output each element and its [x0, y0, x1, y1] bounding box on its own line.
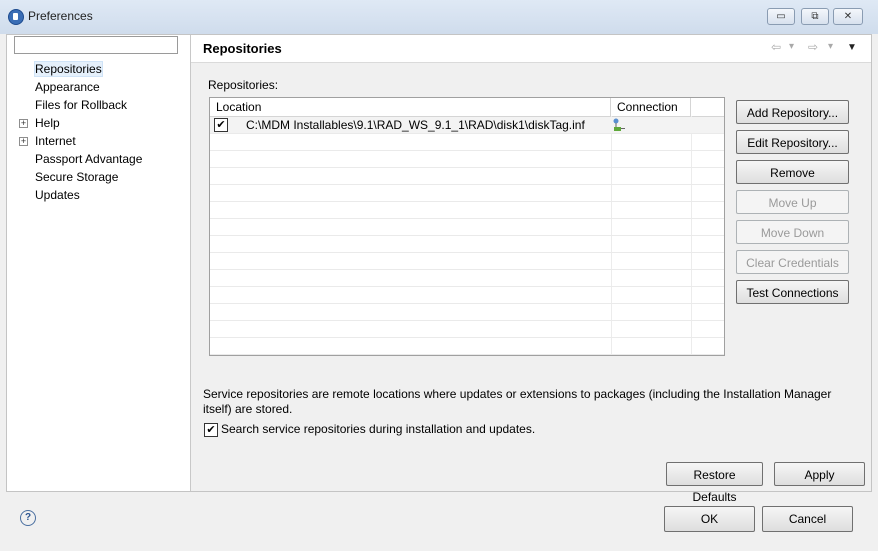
column-header-filler [691, 98, 724, 116]
close-icon: ✕ [843, 11, 853, 22]
clear-credentials-button[interactable]: Clear Credentials [736, 250, 849, 274]
search-service-checkbox[interactable]: ✔ [204, 423, 218, 437]
close-button[interactable]: ✕ [833, 8, 863, 25]
column-header-connection[interactable]: Connection [611, 98, 691, 116]
tree-item-help[interactable]: + Help [7, 114, 190, 132]
maximize-button[interactable]: ⧉ [801, 8, 829, 25]
tree-item-label: Secure Storage [35, 170, 119, 184]
forward-arrow-icon[interactable]: ⇨ [808, 40, 818, 54]
service-repositories-description: Service repositories are remote location… [203, 387, 832, 416]
table-row [210, 253, 724, 270]
restore-defaults-button[interactable]: Restore Defaults [666, 462, 763, 504]
tree-item-label: Appearance [35, 80, 100, 94]
app-icon [8, 9, 24, 25]
table-row [210, 168, 724, 185]
tree-item-label: Help [35, 116, 60, 130]
title-bar: Preferences ▭ ⧉ ✕ [0, 0, 878, 34]
remove-repository-button[interactable]: Remove Repository [736, 160, 849, 202]
window-title: Preferences [28, 9, 93, 23]
tree-item-label: Internet [35, 134, 76, 148]
table-row [210, 338, 724, 355]
table-row [210, 270, 724, 287]
search-service-label[interactable]: Search service repositories during insta… [221, 422, 535, 436]
apply-button[interactable]: Apply [774, 462, 865, 486]
cancel-button[interactable]: Cancel [762, 506, 853, 532]
repository-location: C:\MDM Installables\9.1\RAD_WS_9.1_1\RAD… [246, 118, 585, 132]
tree-item-secure-storage[interactable]: Secure Storage [7, 168, 190, 186]
table-row [210, 236, 724, 253]
preferences-tree: Repositories Appearance Files for Rollba… [7, 60, 190, 204]
table-row [210, 202, 724, 219]
table-row [210, 151, 724, 168]
tree-item-label: Updates [35, 188, 80, 202]
maximize-icon: ⧉ [811, 11, 819, 22]
repositories-label: Repositories: [208, 78, 279, 92]
view-menu-icon[interactable]: ▼ [847, 42, 857, 53]
network-status-icon [613, 118, 625, 131]
move-up-button[interactable]: Move Up [736, 190, 849, 214]
page-title: Repositories [203, 41, 282, 56]
table-row[interactable]: ✔ C:\MDM Installables\9.1\RAD_WS_9.1_1\R… [210, 117, 724, 134]
tree-item-updates[interactable]: Updates [7, 186, 190, 204]
expand-icon[interactable]: + [19, 137, 28, 146]
expand-icon[interactable]: + [19, 119, 28, 128]
column-header-location[interactable]: Location [210, 98, 611, 116]
ok-button[interactable]: OK [664, 506, 755, 532]
move-down-button[interactable]: Move Down [736, 220, 849, 244]
filter-input[interactable] [14, 36, 178, 54]
tree-item-label: Repositories [34, 61, 103, 77]
tree-item-internet[interactable]: + Internet [7, 132, 190, 150]
tree-item-label: Passport Advantage [35, 152, 143, 166]
table-row [210, 219, 724, 236]
page-header: Repositories ⇦ ▾ ⇨ ▾ ▼ [191, 35, 871, 63]
test-connections-button[interactable]: Test Connections [736, 280, 849, 304]
table-row [210, 321, 724, 338]
tree-item-label: Files for Rollback [35, 98, 128, 112]
tree-item-files-for-rollback[interactable]: Files for Rollback [7, 96, 190, 114]
help-icon[interactable]: ? [20, 510, 36, 526]
table-header: Location Connection [210, 98, 724, 117]
forward-menu-icon[interactable]: ▾ [828, 41, 833, 52]
table-row [210, 185, 724, 202]
tree-item-appearance[interactable]: Appearance [7, 78, 190, 96]
table-row [210, 134, 724, 151]
edit-repository-button[interactable]: Edit Repository... [736, 130, 849, 154]
repositories-table[interactable]: Location Connection ✔ C:\MDM Installable… [209, 97, 725, 356]
tree-item-repositories[interactable]: Repositories [7, 60, 190, 78]
table-row [210, 287, 724, 304]
preferences-content: Repositories Appearance Files for Rollba… [6, 34, 872, 504]
row-checkbox[interactable]: ✔ [214, 118, 228, 132]
add-repository-button[interactable]: Add Repository... [736, 100, 849, 124]
back-arrow-icon[interactable]: ⇦ [771, 40, 781, 54]
back-menu-icon[interactable]: ▾ [789, 41, 794, 52]
tree-item-passport-advantage[interactable]: Passport Advantage [7, 150, 190, 168]
minimize-icon: ▭ [776, 11, 786, 22]
table-row [210, 304, 724, 321]
preference-page: Repositories ⇦ ▾ ⇨ ▾ ▼ Repositories: Loc… [191, 35, 871, 504]
minimize-button[interactable]: ▭ [767, 8, 795, 25]
